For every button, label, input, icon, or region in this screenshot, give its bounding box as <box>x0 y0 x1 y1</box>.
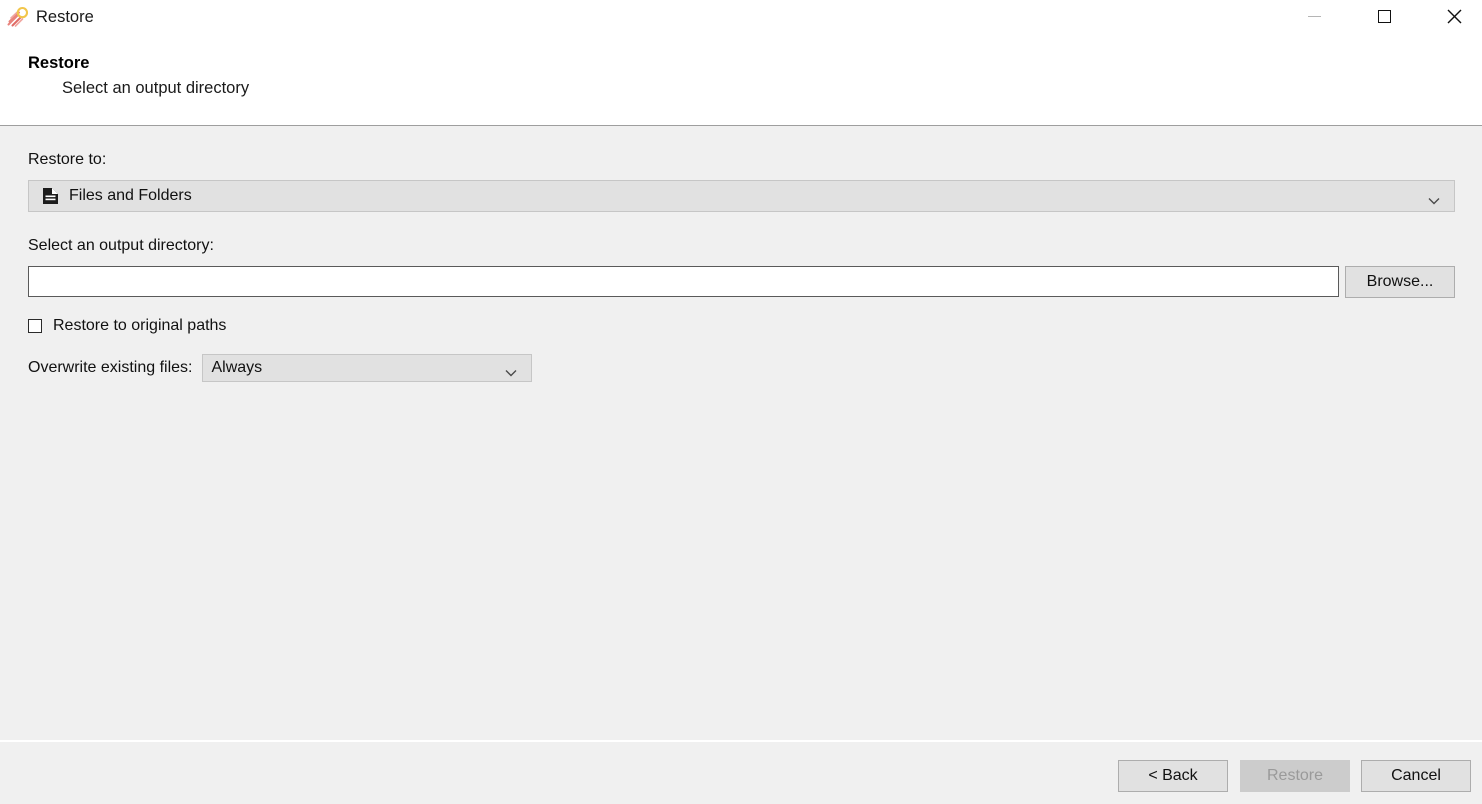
dialog-header: Restore Select an output directory <box>0 34 1482 125</box>
window-title-bar: Restore <box>0 0 1482 34</box>
maximize-glyph <box>1377 9 1391 23</box>
chevron-down-icon <box>1428 192 1440 205</box>
restore-to-value: Files and Folders <box>69 187 192 204</box>
chevron-down-icon <box>505 364 517 377</box>
back-button[interactable]: < Back <box>1118 760 1228 792</box>
cancel-button[interactable]: Cancel <box>1361 760 1471 792</box>
browse-button[interactable]: Browse... <box>1345 266 1455 298</box>
restore-original-paths-label: Restore to original paths <box>53 317 227 334</box>
restore-button: Restore <box>1240 760 1350 792</box>
restore-to-label: Restore to: <box>28 151 107 168</box>
page-title: Restore <box>28 54 90 72</box>
restore-original-paths-row[interactable]: Restore to original paths <box>28 316 226 336</box>
duplicati-comet-icon <box>7 6 29 28</box>
restore-original-paths-checkbox[interactable] <box>28 319 42 333</box>
dialog-footer: < Back Restore Cancel <box>0 742 1482 804</box>
file-document-icon <box>41 187 59 205</box>
overwrite-existing-files-label: Overwrite existing files: <box>28 359 193 376</box>
output-directory-input[interactable] <box>28 266 1339 297</box>
minimize-icon[interactable] <box>1291 0 1337 32</box>
overwrite-existing-files-dropdown[interactable]: Always <box>201 354 532 382</box>
restore-to-dropdown[interactable]: Files and Folders <box>28 180 1455 212</box>
page-subtitle: Select an output directory <box>62 79 250 97</box>
overwrite-existing-files-row: Overwrite existing files: Always <box>28 354 532 382</box>
close-glyph <box>1447 9 1461 23</box>
maximize-icon[interactable] <box>1361 0 1407 32</box>
close-icon[interactable] <box>1431 0 1477 32</box>
output-directory-label: Select an output directory: <box>28 237 214 254</box>
overwrite-existing-files-value: Always <box>211 359 263 376</box>
dialog-content: Restore to: Files and Folders Select an … <box>0 126 1482 740</box>
window-title: Restore <box>36 8 94 26</box>
minimize-glyph <box>1307 15 1321 17</box>
